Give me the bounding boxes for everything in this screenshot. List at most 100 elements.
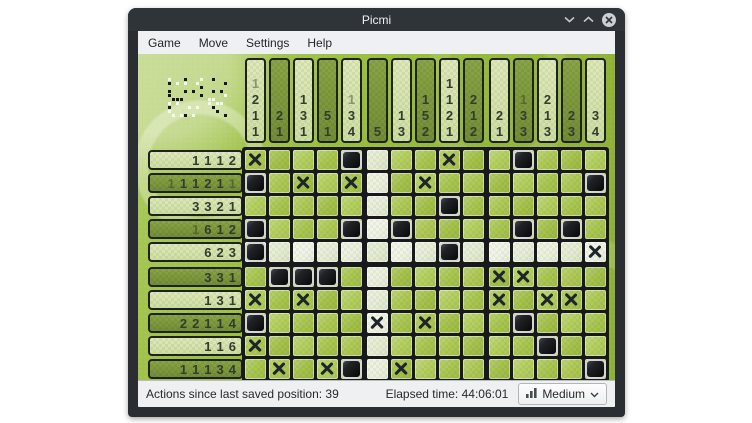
grid-cell[interactable] <box>367 290 388 310</box>
grid-cell[interactable] <box>293 242 314 262</box>
grid-cell[interactable] <box>489 267 510 287</box>
grid-cell[interactable] <box>293 267 314 287</box>
grid-cell[interactable] <box>585 219 606 239</box>
grid-cell[interactable] <box>415 150 436 170</box>
grid-cell[interactable] <box>367 173 388 193</box>
grid-cell[interactable] <box>367 219 388 239</box>
grid-cell[interactable] <box>489 290 510 310</box>
grid-cell[interactable] <box>341 242 362 262</box>
grid-cell[interactable] <box>439 313 460 333</box>
grid-cell[interactable] <box>367 150 388 170</box>
grid-cell[interactable] <box>391 196 412 216</box>
grid-cell[interactable] <box>245 359 266 379</box>
grid-cell[interactable] <box>513 290 534 310</box>
grid-cell[interactable] <box>341 196 362 216</box>
grid-cell[interactable] <box>269 267 290 287</box>
grid-cell[interactable] <box>317 150 338 170</box>
grid-cell[interactable] <box>317 359 338 379</box>
grid-cell[interactable] <box>269 313 290 333</box>
grid-cell[interactable] <box>439 196 460 216</box>
grid-cell[interactable] <box>415 196 436 216</box>
titlebar[interactable]: Picmi <box>128 8 625 31</box>
grid-cell[interactable] <box>537 173 558 193</box>
grid-cell[interactable] <box>561 336 582 356</box>
grid-cell[interactable] <box>391 313 412 333</box>
menu-help[interactable]: Help <box>298 36 341 50</box>
grid-cell[interactable] <box>585 336 606 356</box>
grid-cell[interactable] <box>537 150 558 170</box>
grid-cell[interactable] <box>269 359 290 379</box>
grid-cell[interactable] <box>537 219 558 239</box>
grid-cell[interactable] <box>245 150 266 170</box>
grid-cell[interactable] <box>513 313 534 333</box>
grid-cell[interactable] <box>513 150 534 170</box>
grid-cell[interactable] <box>415 219 436 239</box>
grid-cell[interactable] <box>415 173 436 193</box>
grid-cell[interactable] <box>317 173 338 193</box>
grid-cell[interactable] <box>317 242 338 262</box>
grid-cell[interactable] <box>537 336 558 356</box>
menu-move[interactable]: Move <box>190 36 237 50</box>
grid-cell[interactable] <box>463 313 484 333</box>
grid-cell[interactable] <box>245 242 266 262</box>
grid-cell[interactable] <box>293 290 314 310</box>
grid-cell[interactable] <box>537 196 558 216</box>
grid-cell[interactable] <box>585 290 606 310</box>
grid-cell[interactable] <box>245 219 266 239</box>
grid-cell[interactable] <box>585 150 606 170</box>
grid-cell[interactable] <box>317 290 338 310</box>
grid-cell[interactable] <box>367 313 388 333</box>
grid-cell[interactable] <box>245 196 266 216</box>
grid-cell[interactable] <box>513 359 534 379</box>
grid-cell[interactable] <box>293 150 314 170</box>
maximize-icon[interactable] <box>583 16 594 23</box>
grid-cell[interactable] <box>391 336 412 356</box>
grid-cell[interactable] <box>489 242 510 262</box>
grid-cell[interactable] <box>415 242 436 262</box>
grid-cell[interactable] <box>537 313 558 333</box>
grid-cell[interactable] <box>537 359 558 379</box>
grid-cell[interactable] <box>245 313 266 333</box>
grid-cell[interactable] <box>513 242 534 262</box>
grid-cell[interactable] <box>585 359 606 379</box>
grid-cell[interactable] <box>391 173 412 193</box>
grid-cell[interactable] <box>439 173 460 193</box>
grid-cell[interactable] <box>439 267 460 287</box>
grid-cell[interactable] <box>513 336 534 356</box>
grid-cell[interactable] <box>439 336 460 356</box>
grid-cell[interactable] <box>293 359 314 379</box>
grid-cell[interactable] <box>537 290 558 310</box>
grid-cell[interactable] <box>293 313 314 333</box>
grid-cell[interactable] <box>293 173 314 193</box>
grid-cell[interactable] <box>463 290 484 310</box>
grid-cell[interactable] <box>317 196 338 216</box>
grid-cell[interactable] <box>341 290 362 310</box>
grid-cell[interactable] <box>463 173 484 193</box>
grid-cell[interactable] <box>463 150 484 170</box>
grid-cell[interactable] <box>245 336 266 356</box>
grid-cell[interactable] <box>341 219 362 239</box>
grid-cell[interactable] <box>537 267 558 287</box>
grid-cell[interactable] <box>489 173 510 193</box>
grid-cell[interactable] <box>585 267 606 287</box>
grid-cell[interactable] <box>463 242 484 262</box>
grid-cell[interactable] <box>341 150 362 170</box>
grid-cell[interactable] <box>391 267 412 287</box>
grid-cell[interactable] <box>317 336 338 356</box>
grid-cell[interactable] <box>561 242 582 262</box>
grid-cell[interactable] <box>585 242 606 262</box>
grid-cell[interactable] <box>391 219 412 239</box>
grid-cell[interactable] <box>391 290 412 310</box>
grid-cell[interactable] <box>439 359 460 379</box>
menu-settings[interactable]: Settings <box>237 36 298 50</box>
grid-cell[interactable] <box>415 359 436 379</box>
grid-cell[interactable] <box>439 150 460 170</box>
grid-cell[interactable] <box>463 196 484 216</box>
grid-cell[interactable] <box>439 290 460 310</box>
grid-cell[interactable] <box>245 290 266 310</box>
grid-cell[interactable] <box>269 150 290 170</box>
grid-cell[interactable] <box>341 359 362 379</box>
grid-cell[interactable] <box>415 290 436 310</box>
grid-cell[interactable] <box>561 359 582 379</box>
grid-cell[interactable] <box>367 242 388 262</box>
